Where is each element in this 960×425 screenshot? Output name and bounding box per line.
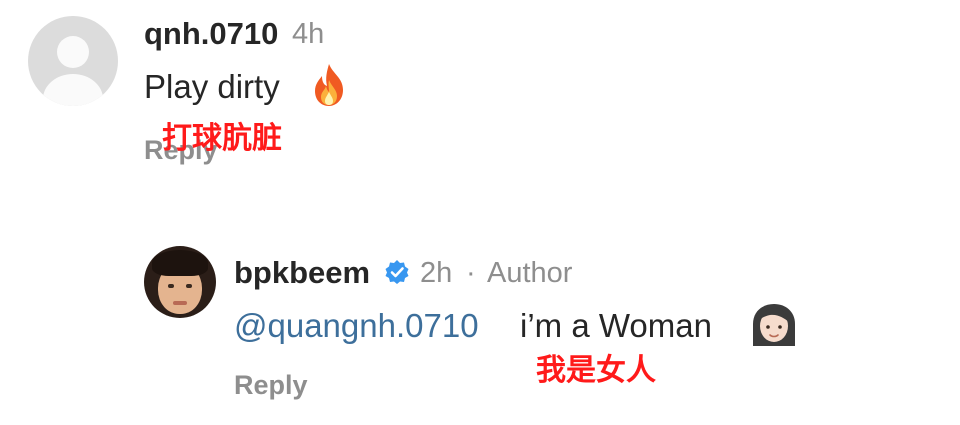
author-label: Author xyxy=(487,257,573,289)
avatar-shoulders-shape xyxy=(43,74,103,106)
comment-timestamp: 4h xyxy=(292,18,325,50)
reply-timestamp: 2h xyxy=(420,257,453,289)
comments-thread: qnh.0710 4h Play dirty Reply 打球肮脏 bpkbee… xyxy=(0,0,960,425)
avatar-head-shape xyxy=(57,36,89,68)
reply-translation: 我是女人 xyxy=(536,353,656,388)
avatar-eye-left xyxy=(168,284,174,288)
avatar-eye-right xyxy=(186,284,192,288)
woman-icon xyxy=(753,304,795,346)
comment-text: Play dirty xyxy=(144,68,280,105)
meta-separator: · xyxy=(466,257,476,289)
verified-badge-icon xyxy=(385,260,409,284)
reply-text: i’m a Woman xyxy=(520,307,712,344)
fire-icon xyxy=(315,64,343,106)
user-avatar[interactable] xyxy=(144,246,216,318)
reply-reply-link[interactable]: Reply xyxy=(234,370,308,401)
mention-link[interactable]: @quangnh.0710 xyxy=(234,307,479,345)
comment-username[interactable]: qnh.0710 xyxy=(144,16,278,52)
avatar-mouth xyxy=(173,301,187,305)
default-avatar[interactable] xyxy=(28,16,118,106)
reply-username[interactable]: bpkbeem xyxy=(234,255,370,291)
comment-translation: 打球肮脏 xyxy=(162,121,282,156)
avatar-hair-shape xyxy=(152,250,208,276)
